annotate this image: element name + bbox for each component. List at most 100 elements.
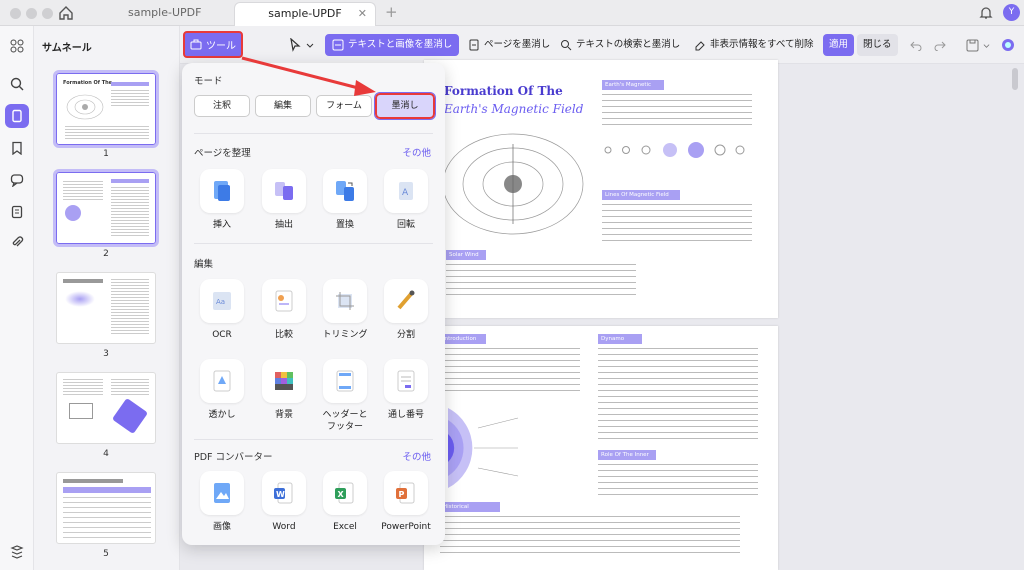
redo-icon xyxy=(934,41,946,51)
split-tile[interactable]: 分割 xyxy=(380,279,432,341)
svg-text:P: P xyxy=(399,490,405,499)
chevron-down-icon xyxy=(306,43,314,48)
window-zoom-control[interactable] xyxy=(42,8,53,19)
body-text-block xyxy=(598,348,758,444)
insert-page-icon xyxy=(214,181,230,201)
tools-button[interactable]: ツール xyxy=(183,31,243,58)
page-thumbnail-5[interactable] xyxy=(56,472,156,544)
remove-hidden-info-button[interactable]: 非表示情報をすべて削除 xyxy=(688,34,819,56)
background-icon xyxy=(275,372,293,390)
cursor-icon xyxy=(290,38,301,52)
compare-tile[interactable]: 比較 xyxy=(258,279,310,341)
convert-word-label: Word xyxy=(272,522,296,532)
extract-tile[interactable]: 抽出 xyxy=(258,169,310,231)
thumbnails-icon[interactable] xyxy=(5,104,29,128)
replace-label: 置換 xyxy=(335,220,354,230)
replace-tile[interactable]: 置換 xyxy=(319,169,371,231)
svg-text:W: W xyxy=(276,490,285,499)
convert-excel-label: Excel xyxy=(333,522,357,532)
apps-grid-icon[interactable] xyxy=(7,36,27,56)
redact-text-image-button[interactable]: テキストと画像を墨消し xyxy=(325,34,460,56)
word-file-icon: W xyxy=(274,482,293,504)
tools-button-label: ツール xyxy=(206,41,236,52)
ocr-tile[interactable]: Aa OCR xyxy=(196,279,248,341)
page-number-1: 1 xyxy=(103,149,109,159)
watermark-tile[interactable]: 透かし xyxy=(196,359,248,421)
ai-assistant-button[interactable] xyxy=(995,34,1021,56)
rotate-tile[interactable]: A 回転 xyxy=(380,169,432,231)
section-heading-introduction: Introduction xyxy=(440,334,486,344)
converter-more-link[interactable]: その他 xyxy=(402,449,431,463)
convert-image-tile[interactable]: 画像 xyxy=(196,471,248,533)
avatar[interactable]: Y xyxy=(1003,4,1020,21)
watermark-label: 透かし xyxy=(208,410,236,420)
convert-powerpoint-label: PowerPoint xyxy=(381,522,431,532)
header-footer-tile[interactable]: ヘッダーと フッター xyxy=(319,359,371,433)
search-icon[interactable] xyxy=(7,74,27,94)
home-icon[interactable] xyxy=(58,5,74,21)
bates-number-tile[interactable]: 通し番号 xyxy=(380,359,432,421)
select-tool-button[interactable] xyxy=(282,34,320,56)
document-scrollbar[interactable] xyxy=(1012,68,1018,90)
header-footer-icon xyxy=(336,370,354,392)
organize-section-title: ページを整理 xyxy=(194,148,251,159)
remove-hidden-info-label: 非表示情報をすべて削除 xyxy=(710,39,814,50)
convert-excel-tile[interactable]: X Excel xyxy=(319,471,371,533)
save-button[interactable] xyxy=(960,34,996,56)
add-tab-button[interactable]: + xyxy=(385,3,398,21)
convert-word-tile[interactable]: W Word xyxy=(258,471,310,533)
chevron-down-icon xyxy=(983,43,990,48)
section-heading-dynamo: Dynamo Theory xyxy=(598,334,642,352)
crop-icon xyxy=(336,292,354,310)
organize-more-link[interactable]: その他 xyxy=(402,145,431,159)
tab-label: sample-UPDF xyxy=(268,7,342,20)
body-text-block xyxy=(602,204,752,244)
red-pointer-arrow xyxy=(241,56,376,96)
left-rail xyxy=(0,26,34,570)
page-thumbnail-3[interactable] xyxy=(56,272,156,344)
tools-popup: モード 注釈 編集 フォーム 墨消し ページを整理 その他 挿入 抽出 置換 A… xyxy=(182,63,445,545)
tab-sample-updf-inactive[interactable]: sample-UPDF xyxy=(118,2,228,26)
convert-powerpoint-tile[interactable]: P PowerPoint xyxy=(380,471,432,533)
redact-icon xyxy=(332,39,344,51)
toolbox-icon xyxy=(190,39,202,50)
window-close-control[interactable] xyxy=(10,8,21,19)
background-tile[interactable]: 背景 xyxy=(258,359,310,421)
undo-button[interactable] xyxy=(904,34,928,56)
apply-button[interactable]: 適用 xyxy=(823,34,855,56)
close-redact-button[interactable]: 閉じる xyxy=(857,34,898,56)
header-footer-label: ヘッダーと フッター xyxy=(322,410,368,432)
page-thumbnail-2[interactable] xyxy=(53,169,159,247)
svg-text:Aa: Aa xyxy=(216,298,225,306)
window-minimize-control[interactable] xyxy=(26,8,37,19)
replace-page-icon xyxy=(336,181,354,201)
page-thumbnail-1[interactable]: Formation Of The xyxy=(53,70,159,148)
redo-button[interactable] xyxy=(928,34,952,56)
bell-icon[interactable] xyxy=(979,5,993,20)
page-thumbnail-4[interactable] xyxy=(56,372,156,444)
search-redact-button[interactable]: テキストの検索と墨消し xyxy=(554,34,686,56)
undo-icon xyxy=(910,41,922,51)
watermark-icon xyxy=(213,370,231,392)
apply-label: 適用 xyxy=(829,39,849,50)
layers-icon[interactable] xyxy=(7,542,27,562)
close-tab-icon[interactable]: ✕ xyxy=(358,3,367,25)
section-heading-lines: Lines Of Magnetic Field xyxy=(602,190,680,200)
bookmark-icon[interactable] xyxy=(7,138,27,158)
split-label: 分割 xyxy=(396,330,415,340)
bates-number-label: 通し番号 xyxy=(387,410,424,420)
insert-tile[interactable]: 挿入 xyxy=(196,169,248,231)
divider xyxy=(194,133,433,134)
redact-text-image-label: テキストと画像を墨消し xyxy=(348,39,453,50)
mode-section-title: モード xyxy=(194,76,223,87)
extract-page-icon xyxy=(275,182,293,200)
comments-icon[interactable] xyxy=(7,170,27,190)
body-text-block xyxy=(440,348,580,394)
redact-page-button[interactable]: ページを墨消し xyxy=(462,34,556,56)
paperclip-icon[interactable] xyxy=(7,232,27,252)
attachments-list-icon[interactable] xyxy=(7,202,27,222)
tab-sample-updf-active[interactable]: sample-UPDF ✕ xyxy=(234,2,376,26)
document-title-line1: Formation Of The xyxy=(444,84,563,98)
crop-tile[interactable]: トリミング xyxy=(319,279,371,341)
extract-label: 抽出 xyxy=(274,220,293,230)
